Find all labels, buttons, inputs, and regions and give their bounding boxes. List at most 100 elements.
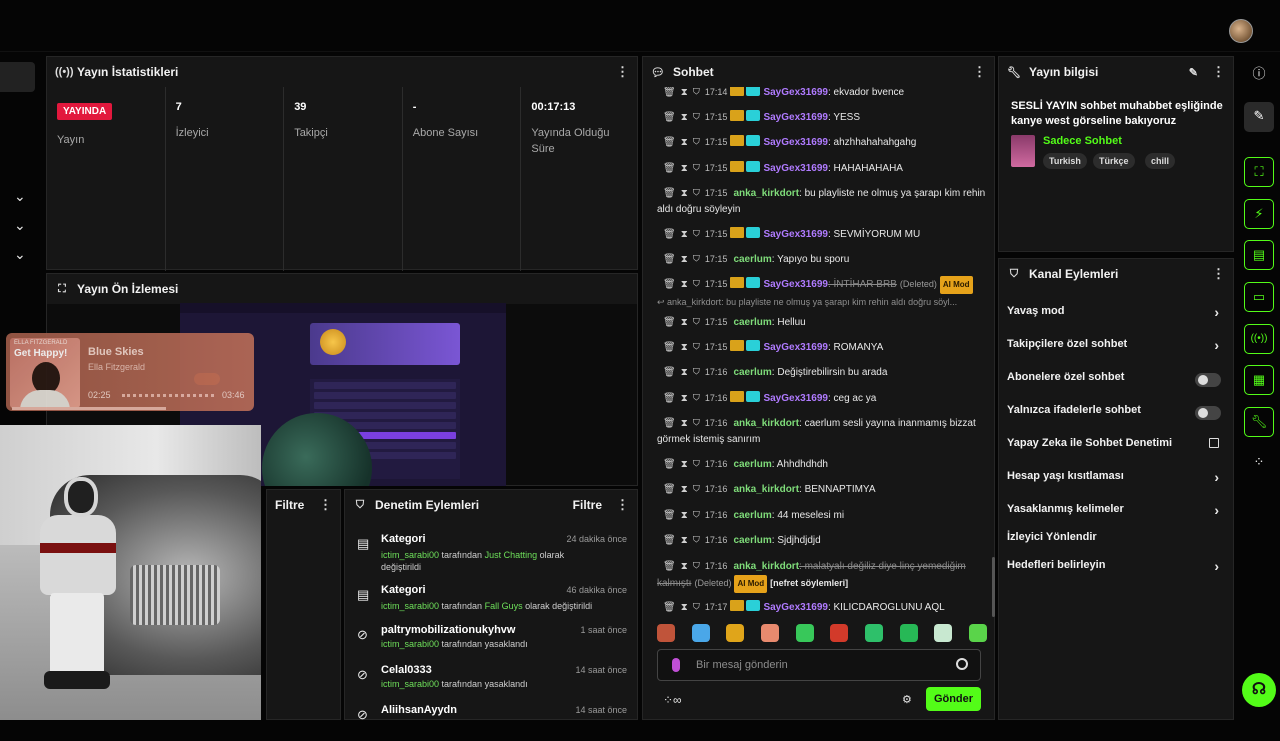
message-username[interactable]: anka_kirkdort — [733, 561, 799, 572]
mod-tools-icon[interactable]: 🗑⧗⛉ — [663, 561, 705, 572]
chat-icon[interactable]: ▭ — [1244, 282, 1274, 312]
apps-icon[interactable]: ⁘ — [1244, 448, 1274, 478]
more-options-icon[interactable]: ⋮ — [1212, 64, 1225, 80]
action-slow-mode[interactable]: Yavaş mod › — [1007, 304, 1227, 325]
more-options-icon[interactable]: ⋮ — [1212, 266, 1225, 282]
message-username[interactable]: SayGex31699 — [763, 342, 828, 353]
moderation-item[interactable]: ⊘ paltrymobilizationukyhvw 1 saat önce i… — [345, 621, 639, 661]
more-options-icon[interactable]: ⋮ — [973, 64, 986, 80]
emote[interactable] — [760, 624, 779, 642]
stream-tag[interactable]: chill — [1145, 153, 1176, 169]
mod-tools-icon[interactable]: 🗑⧗⛉ — [663, 393, 705, 404]
emote[interactable] — [795, 624, 814, 642]
mod-tools-icon[interactable]: 🗑⧗⛉ — [663, 602, 705, 613]
message-username[interactable]: anka_kirkdort — [733, 188, 799, 199]
mod-tools-icon[interactable]: 🗑⧗⛉ — [663, 484, 705, 495]
mod-tools-icon[interactable]: 🗑⧗⛉ — [663, 163, 705, 174]
mod-tools-icon[interactable]: 🗑⧗⛉ — [663, 367, 705, 378]
left-rail-tab[interactable] — [0, 62, 35, 92]
mod-tools-icon[interactable]: 🗑⧗⛉ — [663, 418, 705, 429]
info-icon[interactable]: ⓘ — [1244, 60, 1274, 90]
mod-tools-icon[interactable]: 🗑⧗⛉ — [663, 137, 705, 148]
action-account-age[interactable]: Hesap yaşı kısıtlaması › — [1007, 469, 1227, 490]
action-banned-words[interactable]: Yasaklanmış kelimeler › — [1007, 502, 1227, 523]
moderation-item[interactable]: ▤ Kategori 46 dakika önce ictim_sarabi00… — [345, 581, 639, 621]
layout-icon[interactable]: ▦ — [1244, 365, 1274, 395]
mic-icon[interactable] — [672, 658, 680, 672]
item-user[interactable]: ictim_sarabi00 — [381, 601, 439, 611]
action-ai-moderation[interactable]: Yapay Zeka ile Sohbet Denetimi — [1007, 437, 1227, 457]
message-username[interactable]: SayGex31699 — [763, 137, 828, 148]
mod-tools-icon[interactable]: 🗑⧗⛉ — [663, 279, 705, 290]
more-options-icon[interactable]: ⋮ — [616, 497, 629, 513]
message-username[interactable]: SayGex31699 — [763, 87, 828, 98]
chat-scrollbar[interactable] — [992, 557, 995, 617]
emote[interactable] — [726, 624, 745, 642]
preview-icon[interactable]: ⛶ — [1244, 157, 1274, 187]
wrench-icon[interactable]: 🔧︎ — [1244, 407, 1274, 437]
document-icon[interactable]: ▤ — [1244, 240, 1274, 270]
message-username[interactable]: SayGex31699 — [763, 229, 828, 240]
mod-tools-icon[interactable]: 🗑⧗⛉ — [663, 342, 705, 353]
stream-tag[interactable]: Turkish — [1043, 153, 1087, 169]
item-user[interactable]: ictim_sarabi00 — [381, 679, 439, 689]
mod-tools-icon[interactable]: 🗑⧗⛉ — [663, 510, 705, 521]
filter-title[interactable]: Filtre — [275, 498, 304, 512]
mod-tools-icon[interactable]: 🗑⧗⛉ — [663, 317, 705, 328]
message-username[interactable]: caerlum — [733, 317, 771, 328]
user-avatar[interactable] — [1229, 19, 1253, 43]
action-subscribers-only[interactable]: Abonelere özel sohbet — [1007, 371, 1227, 391]
toggle-switch[interactable] — [1195, 406, 1221, 420]
message-username[interactable]: SayGex31699 — [763, 112, 828, 123]
message-username[interactable]: caerlum — [733, 535, 771, 546]
mod-tools-icon[interactable]: 🗑⧗⛉ — [663, 459, 705, 470]
chat-input[interactable]: Bir mesaj gönderin — [657, 649, 981, 681]
message-username[interactable]: caerlum — [733, 254, 771, 265]
item-user[interactable]: ictim_sarabi00 — [381, 550, 439, 560]
settings-icon[interactable]: ⚙ — [902, 693, 912, 706]
emote[interactable] — [864, 624, 883, 642]
message-username[interactable]: SayGex31699 — [763, 279, 828, 290]
emote[interactable] — [968, 624, 987, 642]
emote[interactable] — [657, 624, 675, 642]
message-username[interactable]: SayGex31699 — [763, 163, 828, 174]
message-username[interactable]: caerlum — [733, 510, 771, 521]
lightning-icon[interactable]: ⚡︎ — [1244, 199, 1274, 229]
filter-button[interactable]: Filtre — [573, 498, 602, 512]
moderation-item[interactable]: ⊘ Celal0333 14 saat önce ictim_sarabi00 … — [345, 661, 639, 701]
send-button[interactable]: Gönder — [926, 687, 981, 711]
action-host-viewers[interactable]: İzleyici Yönlendir — [1007, 531, 1227, 551]
edit-icon[interactable]: ✎ — [1189, 66, 1198, 79]
help-support-icon[interactable]: ☊ — [1242, 673, 1276, 707]
message-username[interactable]: SayGex31699 — [763, 393, 828, 404]
more-options-icon[interactable]: ⋮ — [319, 497, 332, 513]
action-followers-only[interactable]: Takipçilere özel sohbet › — [1007, 337, 1227, 358]
action-emotes-only[interactable]: Yalnızca ifadelerle sohbet — [1007, 404, 1227, 424]
item-user[interactable]: ictim_sarabi00 — [381, 639, 439, 649]
emote[interactable] — [691, 624, 710, 642]
mod-tools-icon[interactable]: 🗑⧗⛉ — [663, 254, 705, 265]
kick-points-icon[interactable]: ⁘∞ — [663, 693, 682, 707]
emote[interactable] — [899, 624, 918, 642]
broadcast-icon[interactable]: ((•)) — [1244, 324, 1274, 354]
mod-tools-icon[interactable]: 🗑⧗⛉ — [663, 229, 705, 240]
toggle-switch[interactable] — [1195, 373, 1221, 387]
message-username[interactable]: SayGex31699 — [763, 602, 828, 613]
stream-tag[interactable]: Türkçe — [1093, 153, 1135, 169]
chevron-down-icon[interactable]: ⌄ — [14, 246, 30, 262]
more-options-icon[interactable]: ⋮ — [616, 64, 629, 80]
stream-category[interactable]: Sadece Sohbet — [1043, 135, 1122, 147]
message-username[interactable]: anka_kirkdort — [733, 418, 799, 429]
message-username[interactable]: caerlum — [733, 367, 771, 378]
mod-tools-icon[interactable]: 🗑⧗⛉ — [663, 188, 705, 199]
emote[interactable] — [934, 624, 953, 642]
mod-tools-icon[interactable]: 🗑⧗⛉ — [663, 87, 705, 98]
moderation-item[interactable]: ▤ Kategori 24 dakika önce ictim_sarabi00… — [345, 530, 639, 572]
emote[interactable] — [830, 624, 849, 642]
mod-tools-icon[interactable]: 🗑⧗⛉ — [663, 112, 705, 123]
chevron-down-icon[interactable]: ⌄ — [14, 188, 30, 204]
mod-tools-icon[interactable]: 🗑⧗⛉ — [663, 535, 705, 546]
chevron-down-icon[interactable]: ⌄ — [14, 217, 30, 233]
emoji-icon[interactable] — [956, 658, 968, 670]
message-username[interactable]: caerlum — [733, 459, 771, 470]
